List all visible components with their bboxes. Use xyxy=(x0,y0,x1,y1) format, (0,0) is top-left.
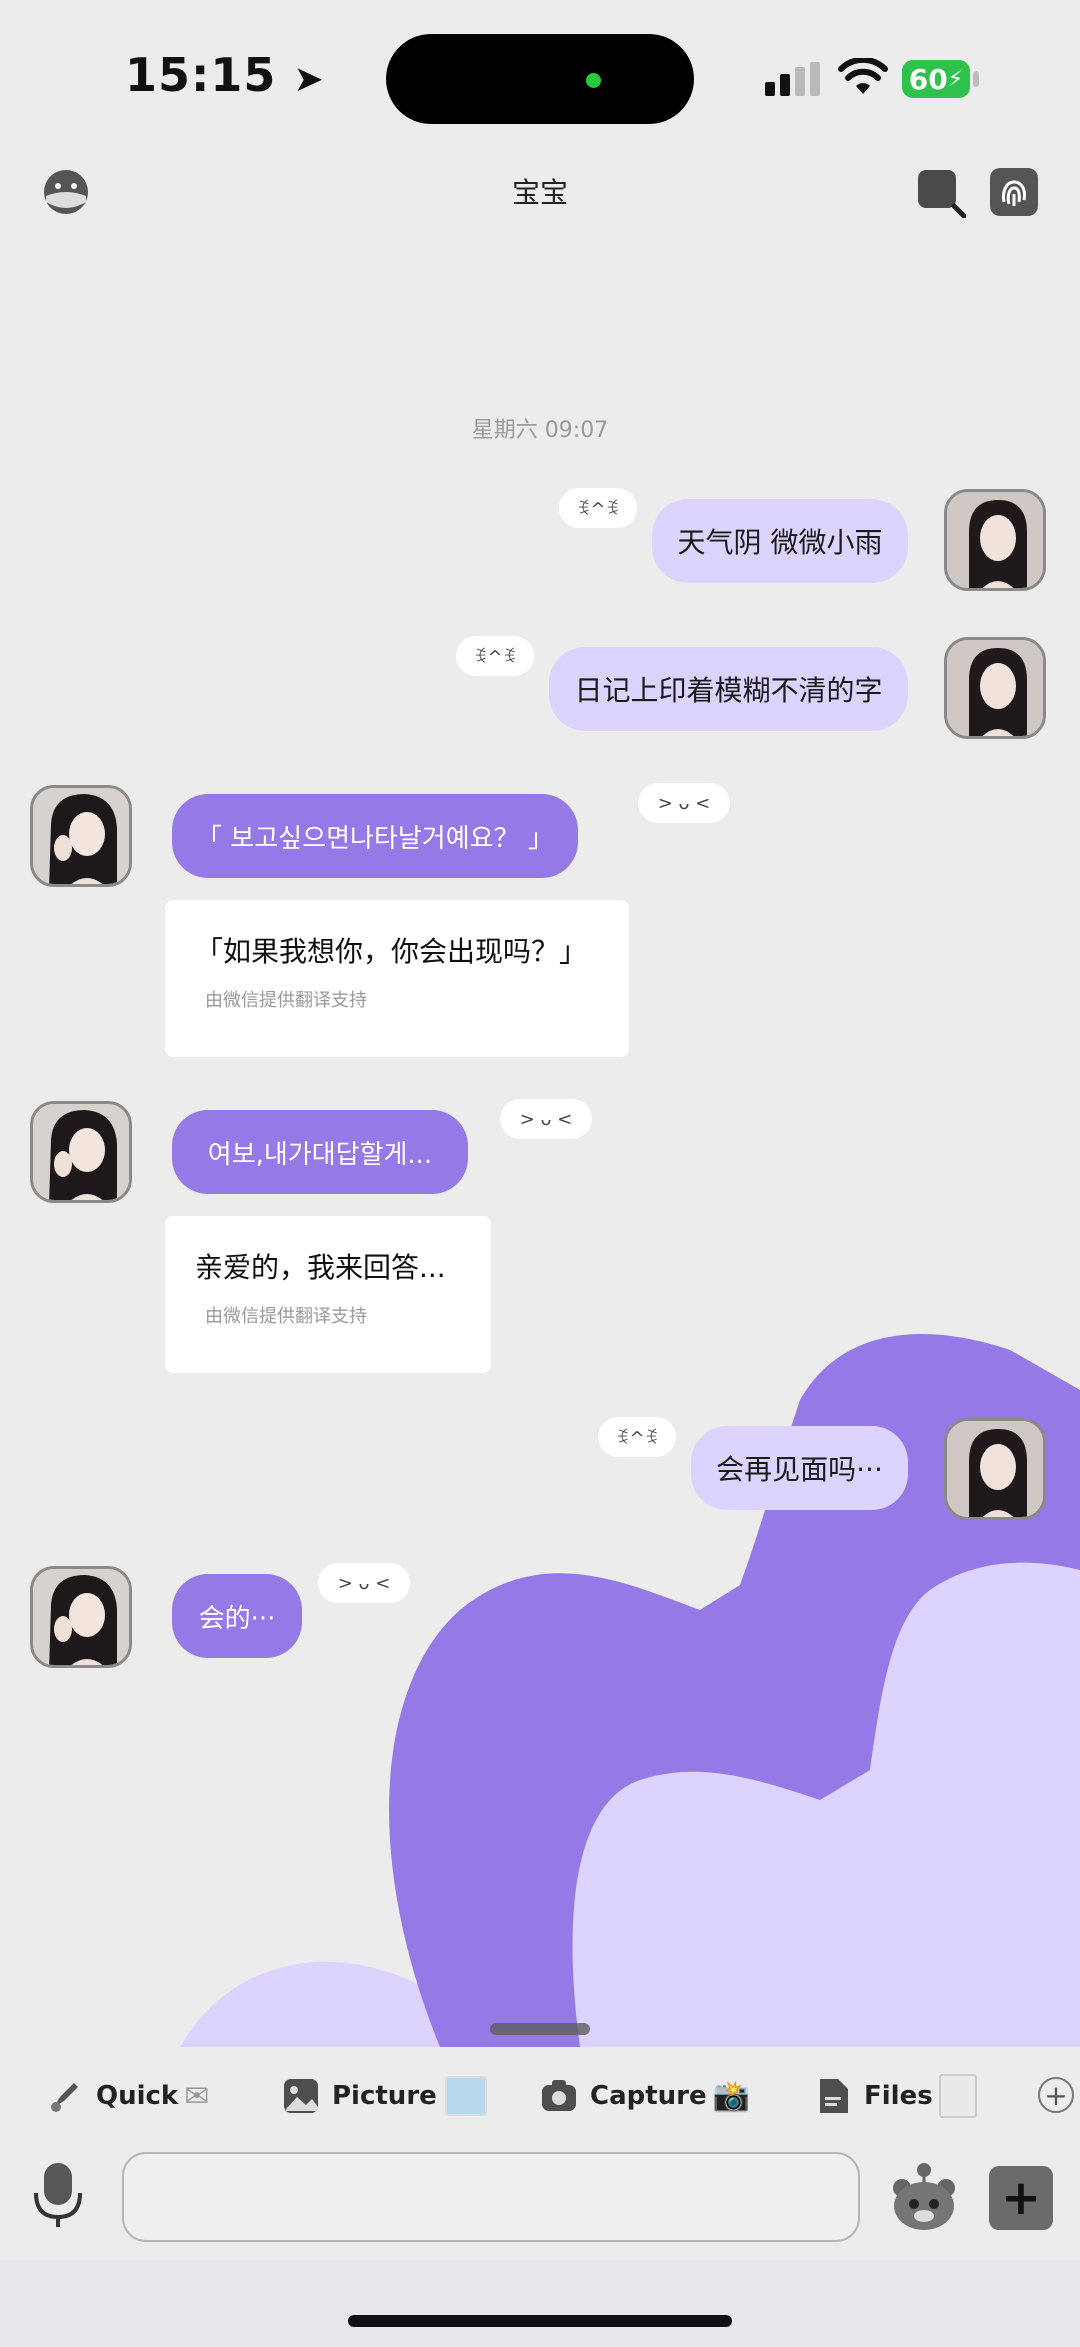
translation-credit: 由微信提供翻译支持 xyxy=(205,990,367,1011)
avatar-portrait-icon xyxy=(947,492,1043,588)
avatar-portrait-icon xyxy=(33,1104,129,1200)
my-avatar[interactable] xyxy=(944,489,1046,591)
bear-emoji-icon[interactable] xyxy=(890,2162,958,2232)
message-emote: ꉂ^ꉂ xyxy=(598,1417,676,1457)
picture-label: Picture xyxy=(332,2081,437,2111)
dynamic-island xyxy=(386,34,694,124)
message-bubble[interactable]: 日记上印着模糊不清的字 xyxy=(549,647,908,731)
translation-card[interactable]: 亲爱的，我来回答... 由微信提供翻译支持 xyxy=(165,1216,491,1373)
message-input[interactable] xyxy=(122,2152,860,2242)
message-bubble[interactable]: 天气阴 微微小雨 xyxy=(652,499,908,583)
home-indicator[interactable] xyxy=(348,2315,732,2327)
translation-card[interactable]: 「如果我想你，你会出现吗？」 由微信提供翻译支持 xyxy=(165,900,629,1057)
message-emote: > ᴗ < xyxy=(638,783,730,823)
postcard-icon xyxy=(444,2076,487,2116)
fingerprint-icon[interactable] xyxy=(990,168,1038,216)
message-bubble[interactable]: 会再见面吗··· xyxy=(691,1426,908,1510)
battery-indicator: 60 ⚡ xyxy=(902,60,970,98)
envelope-icon: ✉ xyxy=(184,2078,210,2114)
quick-action-bar: Quick ✉ Picture Capture 📸 Files + xyxy=(0,2047,1080,2145)
avatar-portrait-icon xyxy=(33,788,129,884)
avatar-portrait-icon xyxy=(33,1569,129,1665)
plus-icon: + xyxy=(1000,2170,1042,2226)
search-icon[interactable] xyxy=(916,168,966,218)
capture-button[interactable]: Capture 📸 xyxy=(540,2071,750,2121)
picture-icon xyxy=(284,2079,318,2113)
avatar-portrait-icon xyxy=(947,1421,1043,1517)
camera-indicator-dot xyxy=(586,73,601,88)
battery-cap xyxy=(973,71,979,87)
contact-avatar[interactable] xyxy=(30,1566,132,1668)
message-bubble[interactable]: 「 보고싶으면나타날거예요？ 」 xyxy=(172,794,578,878)
avatar-portrait-icon xyxy=(947,640,1043,736)
location-arrow-icon: ➤ xyxy=(293,59,325,100)
document-stack-icon xyxy=(938,2074,977,2118)
status-time: 15:15 ➤ xyxy=(125,48,325,102)
contact-avatar[interactable] xyxy=(30,785,132,887)
picture-button[interactable]: Picture xyxy=(282,2071,487,2121)
message-bubble[interactable]: 会的··· xyxy=(172,1574,302,1658)
charging-bolt-icon: ⚡ xyxy=(947,66,964,92)
quick-button[interactable]: Quick ✉ xyxy=(46,2071,209,2121)
home-area xyxy=(0,2260,1080,2347)
cellular-signal-icon xyxy=(765,62,820,96)
message-emote: > ᴗ < xyxy=(318,1563,410,1603)
more-quick-actions-button[interactable]: + xyxy=(1038,2077,1074,2113)
chat-timestamp: 星期六 09:07 xyxy=(471,418,609,443)
message-emote: ꉂ^ꉂ xyxy=(456,636,534,676)
capture-label: Capture xyxy=(590,2081,707,2111)
quick-label: Quick xyxy=(96,2081,179,2111)
plus-icon: + xyxy=(1044,2078,1068,2112)
camera-flash-icon: 📸 xyxy=(712,2078,750,2114)
files-label: Files xyxy=(864,2081,933,2111)
rocket-icon xyxy=(51,2083,78,2112)
message-emote: > ᴗ < xyxy=(500,1099,592,1139)
contact-avatar[interactable] xyxy=(30,1101,132,1203)
translation-credit: 由微信提供翻译支持 xyxy=(205,1306,367,1327)
message-bubble[interactable]: 여보,내가대답할게... xyxy=(172,1110,468,1194)
microphone-icon[interactable] xyxy=(32,2163,84,2229)
file-icon xyxy=(820,2079,848,2113)
message-emote: ꉂ^ꉂ xyxy=(559,488,637,528)
my-avatar[interactable] xyxy=(944,1418,1046,1520)
add-attachment-button[interactable]: + xyxy=(989,2166,1053,2230)
translation-text: 亲爱的，我来回答... xyxy=(195,1251,446,1284)
files-button[interactable]: Files xyxy=(814,2071,977,2121)
wifi-icon xyxy=(838,58,888,94)
camera-icon xyxy=(542,2080,576,2111)
scroll-indicator xyxy=(490,2023,590,2035)
my-avatar[interactable] xyxy=(944,637,1046,739)
translation-text: 「如果我想你，你会出现吗？」 xyxy=(195,935,588,968)
